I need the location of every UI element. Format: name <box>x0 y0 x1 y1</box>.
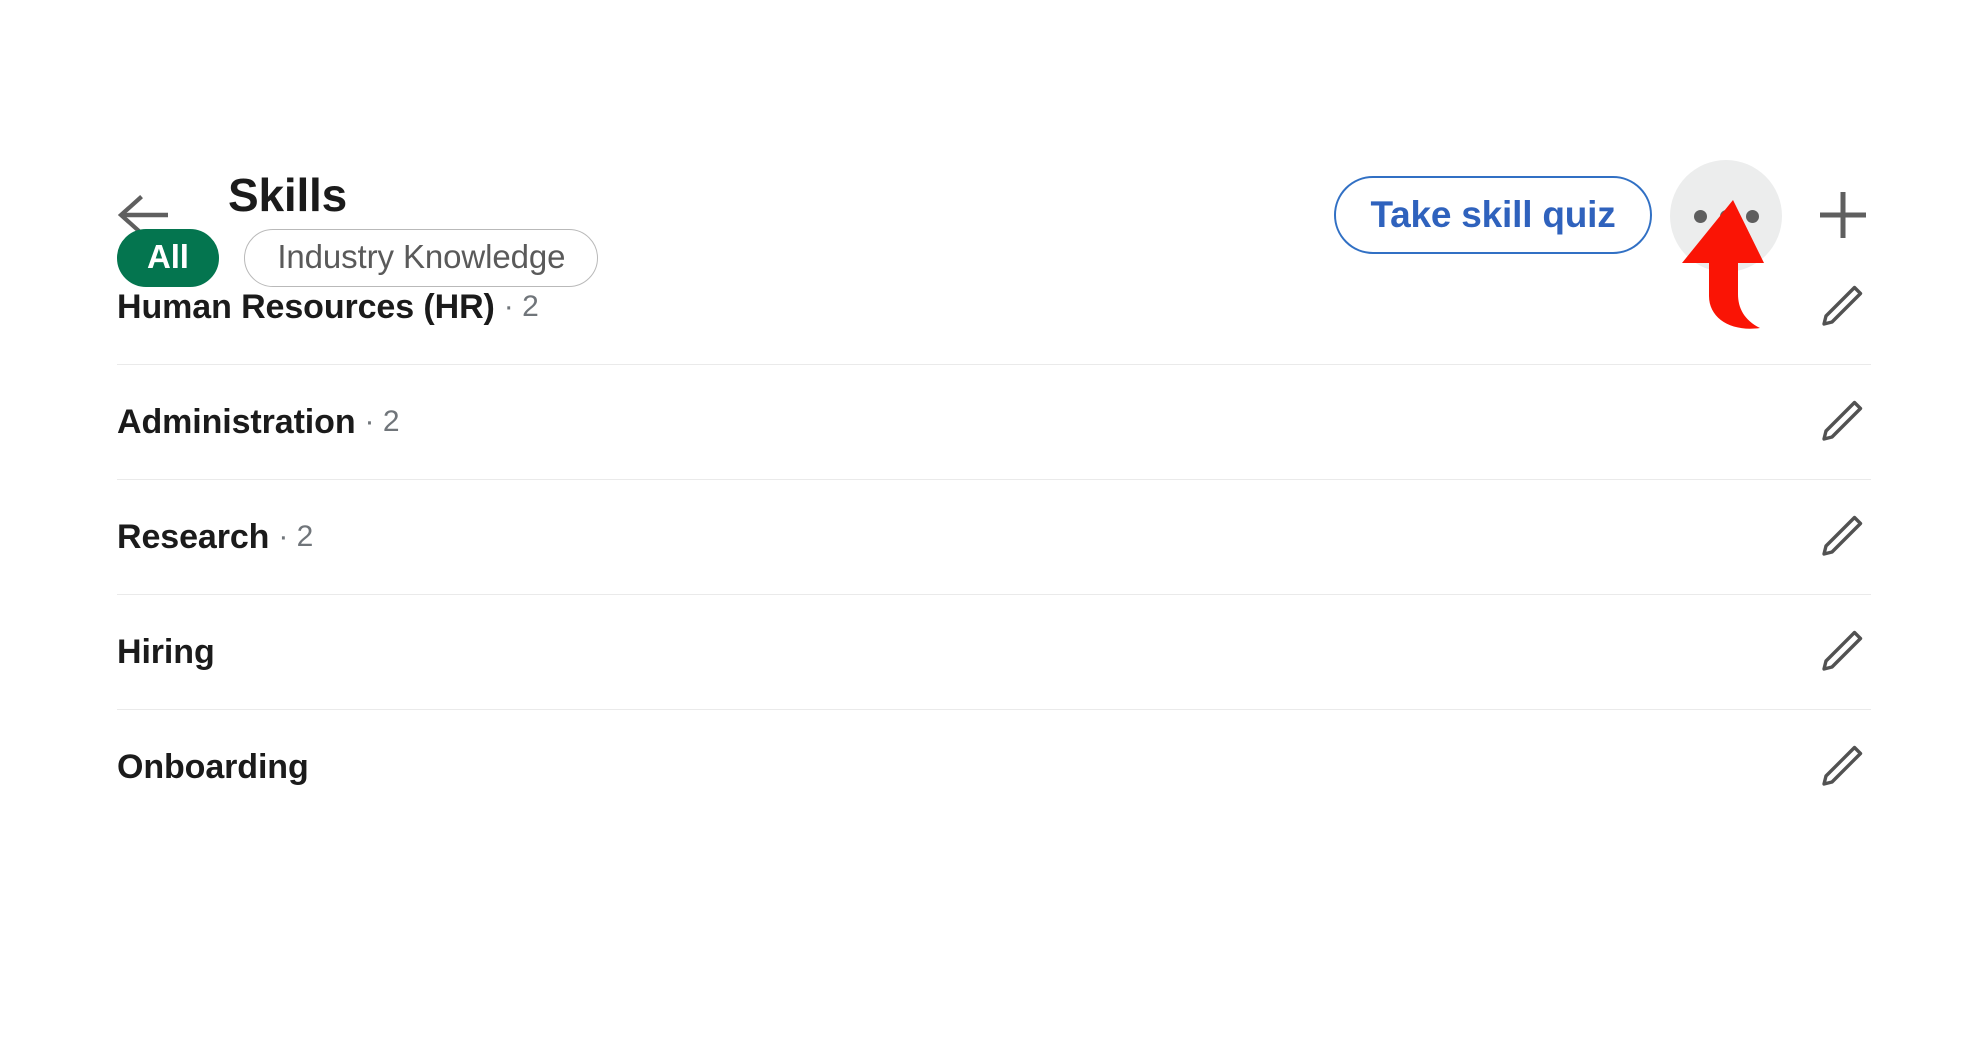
ellipsis-icon-dot <box>1719 209 1733 223</box>
edit-skill-button[interactable] <box>1811 277 1871 337</box>
table-row[interactable]: Onboarding <box>117 709 1871 824</box>
skill-count: · 2 <box>503 290 539 323</box>
skill-name: Administration <box>117 402 356 441</box>
table-row[interactable]: Administration · 2 <box>117 364 1871 479</box>
skill-name: Onboarding <box>117 747 309 786</box>
ellipsis-icon-dot <box>1745 209 1759 223</box>
edit-skill-button[interactable] <box>1811 622 1871 682</box>
skills-list: Human Resources (HR) · 2 Administration … <box>0 250 1983 824</box>
skill-name: Research <box>117 517 270 556</box>
plus-icon <box>1820 192 1866 238</box>
pencil-icon <box>1822 400 1863 441</box>
table-row[interactable]: Hiring <box>117 594 1871 709</box>
edit-skill-button[interactable] <box>1811 737 1871 797</box>
ellipsis-icon <box>1693 209 1707 223</box>
pencil-icon <box>1822 630 1863 671</box>
skills-page: Skills Take skill quiz All Industry Know… <box>0 0 1983 1059</box>
pencil-icon <box>1822 745 1863 786</box>
skill-count: · 2 <box>278 520 314 553</box>
skill-name: Human Resources (HR) <box>117 287 495 326</box>
pencil-icon <box>1822 285 1863 326</box>
page-header: Skills Take skill quiz <box>0 78 1983 272</box>
edit-skill-button[interactable] <box>1811 507 1871 567</box>
add-skill-button[interactable] <box>1814 186 1872 244</box>
table-row[interactable]: Human Resources (HR) · 2 <box>117 250 1871 364</box>
page-title: Skills <box>228 169 347 221</box>
skill-count: · 2 <box>364 405 400 438</box>
take-skill-quiz-button[interactable]: Take skill quiz <box>1334 176 1652 254</box>
pencil-icon <box>1822 515 1863 556</box>
table-row[interactable]: Research · 2 <box>117 479 1871 594</box>
skill-name: Hiring <box>117 632 215 671</box>
edit-skill-button[interactable] <box>1811 392 1871 452</box>
